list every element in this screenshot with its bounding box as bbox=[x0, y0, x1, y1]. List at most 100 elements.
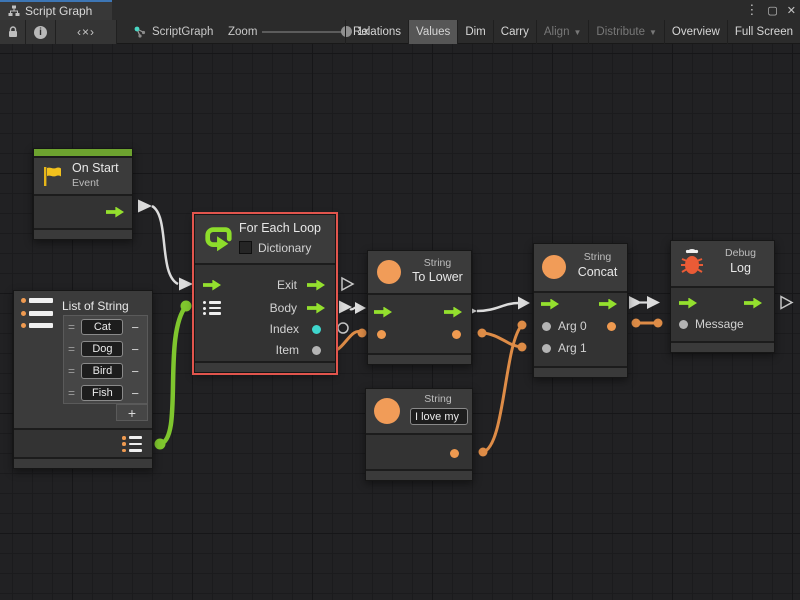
inspect-button[interactable]: i bbox=[26, 20, 56, 44]
wire-tolower-to-concat-arg1 bbox=[478, 329, 527, 352]
tab-script-graph[interactable]: Script Graph bbox=[0, 0, 112, 20]
list-item-input[interactable] bbox=[81, 341, 123, 357]
string-type-icon bbox=[374, 398, 400, 424]
port-message-label: Message bbox=[695, 317, 744, 331]
node-debug-log[interactable]: Debug Log Message bbox=[670, 240, 775, 353]
graph-toolbar: i ‹×› ScriptGraph Zoom 1x Relations Valu… bbox=[0, 20, 800, 44]
string-type-icon bbox=[377, 260, 401, 284]
bug-icon bbox=[679, 249, 705, 277]
list-icon bbox=[21, 298, 57, 328]
node-type-label: String bbox=[408, 257, 467, 269]
node-on-start[interactable]: On Start Event bbox=[33, 148, 133, 240]
string-value-input[interactable] bbox=[410, 408, 468, 425]
dictionary-checkbox[interactable] bbox=[239, 241, 252, 254]
port-item-out[interactable] bbox=[312, 346, 321, 355]
window-maximize-icon[interactable]: ▢ bbox=[767, 4, 777, 17]
remove-item-button[interactable]: − bbox=[127, 386, 143, 401]
port-concat-string-out[interactable] bbox=[607, 322, 616, 331]
list-item-row: = − bbox=[64, 360, 147, 382]
port-item-label: Item bbox=[276, 343, 299, 357]
node-footer bbox=[366, 471, 472, 480]
port-foreach-index-marker bbox=[338, 323, 348, 333]
code-preview-button[interactable]: ‹×› bbox=[56, 20, 117, 44]
overview-button[interactable]: Overview bbox=[664, 20, 727, 44]
node-footer bbox=[14, 459, 152, 468]
distribute-dropdown[interactable]: Distribute▼ bbox=[588, 20, 664, 44]
dictionary-label: Dictionary bbox=[258, 241, 311, 255]
port-log-flow-in[interactable] bbox=[679, 298, 697, 309]
zoom-label: Zoom bbox=[228, 20, 257, 44]
port-concat-arg0-in[interactable] bbox=[542, 322, 551, 331]
node-for-each-loop[interactable]: For Each Loop Dictionary Exit Body Index bbox=[194, 214, 336, 373]
align-dropdown[interactable]: Align▼ bbox=[536, 20, 589, 44]
script-graph-icon bbox=[133, 25, 147, 39]
port-onstart-trigger-out[interactable] bbox=[106, 207, 124, 218]
node-type-label: String bbox=[572, 251, 623, 263]
window-menu-icon[interactable]: ⋮ bbox=[745, 2, 758, 18]
port-foreach-exit-marker bbox=[342, 278, 353, 290]
chevron-down-icon: ▼ bbox=[649, 28, 657, 37]
remove-item-button[interactable]: − bbox=[127, 364, 143, 379]
drag-handle[interactable]: = bbox=[68, 342, 77, 356]
port-exit-out[interactable] bbox=[307, 280, 325, 291]
list-item-row: = − bbox=[64, 338, 147, 360]
graph-breadcrumb[interactable]: ScriptGraph bbox=[133, 20, 213, 44]
list-item-input[interactable] bbox=[81, 385, 123, 401]
lock-button[interactable] bbox=[0, 20, 26, 44]
port-index-out[interactable] bbox=[312, 325, 321, 334]
port-list-output[interactable] bbox=[122, 436, 142, 452]
drag-handle[interactable]: = bbox=[68, 320, 77, 334]
add-item-button[interactable]: + bbox=[116, 404, 148, 421]
info-icon: i bbox=[34, 26, 47, 39]
graph-canvas[interactable]: On Start Event List of String = − bbox=[0, 44, 800, 600]
port-body-out[interactable] bbox=[307, 303, 325, 314]
carry-button[interactable]: Carry bbox=[493, 20, 536, 44]
node-title: For Each Loop bbox=[239, 221, 321, 235]
zoom-slider[interactable] bbox=[262, 31, 352, 33]
tab-title: Script Graph bbox=[25, 4, 92, 18]
port-exit-label: Exit bbox=[277, 278, 297, 292]
event-color-strip bbox=[34, 149, 132, 156]
port-tolower-flow-out[interactable] bbox=[444, 307, 462, 318]
drag-handle[interactable]: = bbox=[68, 364, 77, 378]
port-tolower-string-in[interactable] bbox=[377, 330, 386, 339]
port-tolower-flow-in[interactable] bbox=[374, 307, 392, 318]
node-string-to-lower[interactable]: String To Lower bbox=[367, 250, 472, 365]
wire-list-to-foreach bbox=[155, 301, 192, 450]
window-close-icon[interactable]: ✕ bbox=[787, 4, 796, 17]
port-literal-string-out[interactable] bbox=[450, 449, 459, 458]
port-log-message-in[interactable] bbox=[679, 320, 688, 329]
node-footer bbox=[368, 355, 471, 364]
remove-item-button[interactable]: − bbox=[127, 320, 143, 335]
drag-handle[interactable]: = bbox=[68, 386, 77, 400]
port-tolower-string-out[interactable] bbox=[452, 330, 461, 339]
graph-name-label: ScriptGraph bbox=[152, 26, 213, 38]
port-arg0-label: Arg 0 bbox=[558, 319, 587, 333]
node-list-of-string[interactable]: List of String = − = − = − bbox=[13, 290, 153, 469]
port-concat-flow-in[interactable] bbox=[541, 299, 559, 310]
port-log-flow-out[interactable] bbox=[744, 298, 762, 309]
node-footer bbox=[195, 363, 335, 372]
port-concat-arg1-in[interactable] bbox=[542, 344, 551, 353]
node-type-label: Debug bbox=[711, 247, 770, 259]
port-arg1-label: Arg 1 bbox=[558, 341, 587, 355]
port-foreach-flow-in[interactable] bbox=[203, 280, 221, 291]
wire-concat-to-log-message bbox=[632, 319, 663, 328]
wire-foreach-body-to-tolower bbox=[339, 301, 366, 315]
remove-item-button[interactable]: − bbox=[127, 342, 143, 357]
node-title: On Start bbox=[72, 161, 119, 175]
node-string-literal[interactable]: String bbox=[365, 388, 473, 481]
dim-button[interactable]: Dim bbox=[457, 20, 492, 44]
node-footer bbox=[534, 368, 627, 377]
node-title: To Lower bbox=[406, 270, 469, 284]
node-footer bbox=[671, 343, 774, 352]
relations-button[interactable]: Relations bbox=[345, 20, 408, 44]
values-button[interactable]: Values bbox=[408, 20, 457, 44]
list-item-input[interactable] bbox=[81, 363, 123, 379]
port-concat-flow-out[interactable] bbox=[599, 299, 617, 310]
list-item-input[interactable] bbox=[81, 319, 123, 335]
node-string-concat[interactable]: String Concat Arg 0 Arg 1 bbox=[533, 243, 628, 378]
node-title: List of String bbox=[62, 299, 129, 313]
fullscreen-button[interactable]: Full Screen bbox=[727, 20, 800, 44]
port-collection-in[interactable] bbox=[203, 301, 221, 315]
